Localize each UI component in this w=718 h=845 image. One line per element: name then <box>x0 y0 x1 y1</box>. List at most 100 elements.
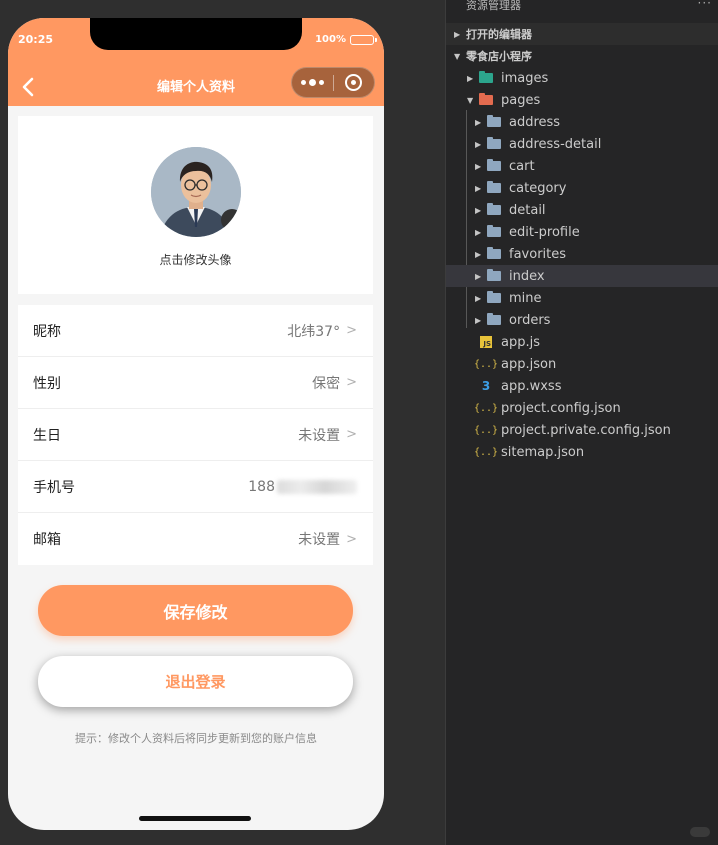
tree-file-app-json[interactable]: {..} app.json <box>446 353 718 375</box>
explorer-panel: 资源管理器 ··· ▶ 打开的编辑器 ▼ 零食店小程序 ▶ images ▼ p… <box>445 0 718 845</box>
tree-file-app-wxss[interactable]: 3 app.wxss <box>446 375 718 397</box>
tree-label: sitemap.json <box>501 444 585 460</box>
tree-folder-category[interactable]: ▶ category <box>446 177 718 199</box>
chevron-right-icon: ▶ <box>475 271 482 281</box>
tree-label: category <box>509 180 567 196</box>
folder-icon <box>487 181 501 194</box>
folder-icon <box>487 269 501 282</box>
home-indicator <box>139 816 251 821</box>
tree-label: edit-profile <box>509 224 580 240</box>
close-miniprogram-button[interactable] <box>334 74 375 91</box>
profile-form: 昵称 北纬37° > 性别 保密 > 生日 未设置 > 手机号 188 邮箱 未设置 > <box>18 305 373 565</box>
avatar-card: 点击修改头像 <box>18 116 373 294</box>
tree-folder-pages[interactable]: ▼ pages <box>446 89 718 111</box>
redacted-blur <box>277 479 357 494</box>
tree-file-sitemap[interactable]: {..} sitemap.json <box>446 441 718 463</box>
avatar-tip[interactable]: 点击修改头像 <box>159 251 231 268</box>
pages-folder-icon <box>479 93 493 106</box>
tree-folder-address[interactable]: ▶ address <box>446 111 718 133</box>
tree-folder-favorites[interactable]: ▶ favorites <box>446 243 718 265</box>
folder-icon <box>487 137 501 150</box>
field-gender[interactable]: 性别 保密 > <box>18 357 373 409</box>
profile-content: 点击修改头像 昵称 北纬37° > 性别 保密 > 生日 未设置 > 手机号 188 … <box>18 116 373 565</box>
avatar[interactable] <box>150 147 241 237</box>
folder-icon <box>487 203 501 216</box>
chevron-right-icon: ▶ <box>475 315 482 325</box>
chevron-right-icon: ▶ <box>475 205 482 215</box>
explorer-title: 资源管理器 <box>466 0 521 12</box>
tree-folder-orders[interactable]: ▶ orders <box>446 309 718 331</box>
folder-icon <box>487 313 501 326</box>
field-label: 手机号 <box>33 479 75 496</box>
json-icon: {..} <box>473 358 499 370</box>
field-value: 未设置 <box>298 532 341 548</box>
status-time: 20:25 <box>18 33 54 46</box>
logout-button[interactable]: 退出登录 <box>38 656 353 707</box>
tree-label: app.json <box>501 356 557 372</box>
tree-label: pages <box>501 92 541 108</box>
tree-folder-mine[interactable]: ▶ mine <box>446 287 718 309</box>
camera-badge-icon <box>220 209 241 231</box>
battery-icon <box>350 34 377 45</box>
json-icon: {..} <box>473 424 499 436</box>
tree-label: app.js <box>501 334 540 350</box>
tree-label: images <box>501 70 549 86</box>
field-label: 生日 <box>33 427 61 444</box>
open-editors-section[interactable]: ▶ 打开的编辑器 <box>446 23 718 45</box>
chevron-right-icon: ▶ <box>475 249 482 259</box>
section-label: 零食店小程序 <box>466 50 532 63</box>
chevron-right-icon: ▶ <box>475 227 482 237</box>
folder-icon <box>487 225 501 238</box>
field-label: 邮箱 <box>33 532 61 548</box>
tree-file-app-js[interactable]: JS app.js <box>446 331 718 353</box>
tree-folder-cart[interactable]: ▶ cart <box>446 155 718 177</box>
tree-folder-edit-profile[interactable]: ▶ edit-profile <box>446 221 718 243</box>
more-menu-button[interactable] <box>292 79 333 86</box>
field-birthday[interactable]: 生日 未设置 > <box>18 409 373 461</box>
field-value: 保密 <box>312 375 341 392</box>
tree-label: detail <box>509 202 546 218</box>
field-label: 昵称 <box>33 323 61 340</box>
tree-label: mine <box>509 290 542 306</box>
target-circle-icon <box>345 74 363 91</box>
more-actions-icon[interactable]: ··· <box>698 0 712 10</box>
tree-label: project.config.json <box>501 400 621 416</box>
chevron-down-icon: ▼ <box>467 95 474 105</box>
tree-label: app.wxss <box>501 378 562 394</box>
status-indicator <box>690 827 710 837</box>
folder-icon <box>487 115 501 128</box>
tree-label: project.private.config.json <box>501 422 671 438</box>
chevron-right-icon: ▶ <box>475 161 482 171</box>
chevron-right-icon: > <box>346 427 357 442</box>
tree-folder-images[interactable]: ▶ images <box>446 67 718 89</box>
tree-label: cart <box>509 158 535 174</box>
tree-file-project-config[interactable]: {..} project.config.json <box>446 397 718 419</box>
chevron-right-icon: > <box>346 323 357 338</box>
project-section[interactable]: ▼ 零食店小程序 <box>446 45 718 67</box>
field-email[interactable]: 邮箱 未设置 > <box>18 513 373 565</box>
field-value: 未设置 <box>298 427 341 444</box>
chevron-right-icon: ▶ <box>454 29 461 39</box>
phone-notch <box>90 18 302 50</box>
tree-file-project-private-config[interactable]: {..} project.private.config.json <box>446 419 718 441</box>
phone-simulator: 20:25 100% 编辑个人资料 点击修改头像 昵称 北纬37° > 性别 保… <box>8 18 384 830</box>
miniprogram-capsule <box>291 67 375 98</box>
chevron-right-icon: ▶ <box>475 139 482 149</box>
json-icon: {..} <box>473 402 499 414</box>
folder-icon <box>487 159 501 172</box>
field-nickname[interactable]: 昵称 北纬37° > <box>18 305 373 357</box>
chevron-right-icon: ▶ <box>475 293 482 303</box>
field-value: 188 <box>248 479 357 495</box>
image-folder-icon <box>479 71 493 84</box>
tree-folder-detail[interactable]: ▶ detail <box>446 199 718 221</box>
chevron-down-icon: ▼ <box>454 51 461 61</box>
chevron-right-icon: ▶ <box>475 117 482 127</box>
tree-folder-address-detail[interactable]: ▶ address-detail <box>446 133 718 155</box>
status-battery: 100% <box>315 34 377 45</box>
save-button[interactable]: 保存修改 <box>38 585 353 636</box>
tree-label: favorites <box>509 246 567 262</box>
field-phone[interactable]: 手机号 188 <box>18 461 373 513</box>
tree-folder-index[interactable]: ▶ index <box>446 265 718 287</box>
chevron-right-icon: ▶ <box>467 73 474 83</box>
folder-icon <box>487 247 501 260</box>
